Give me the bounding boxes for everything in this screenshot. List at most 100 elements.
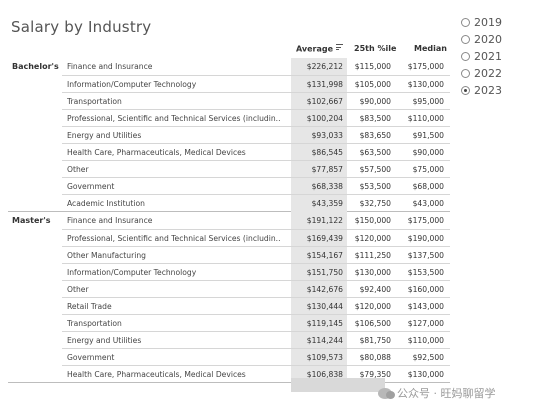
table-row[interactable]: Government $109,573 $80,088 $92,500: [62, 348, 450, 366]
table-row[interactable]: Professional, Scientific and Technical S…: [62, 229, 450, 247]
year-option-2021[interactable]: 2021: [461, 48, 551, 65]
average-cell: $100,204: [291, 110, 347, 127]
year-option-2020[interactable]: 2020: [461, 31, 551, 48]
p25-cell: $120,000: [354, 302, 391, 311]
industry-cell: Professional, Scientific and Technical S…: [67, 234, 281, 243]
median-cell: $130,000: [407, 370, 444, 379]
table-row[interactable]: Other $77,857 $57,500 $75,000: [62, 160, 450, 178]
median-cell: $160,000: [407, 285, 444, 294]
column-header-median-label: Median: [414, 44, 447, 53]
column-header-25th-percentile-label: 25th %ile: [354, 44, 397, 53]
wechat-icon: [378, 387, 395, 399]
column-header-average-label: Average: [296, 44, 334, 54]
median-cell: $110,000: [407, 114, 444, 123]
radio-unselected-icon[interactable]: [461, 18, 470, 27]
median-cell: $91,500: [412, 131, 444, 140]
median-cell: $127,000: [407, 319, 444, 328]
table-row[interactable]: Government $68,338 $53,500 $68,000: [62, 177, 450, 195]
p25-cell: $63,500: [359, 148, 391, 157]
table-row[interactable]: Health Care, Pharmaceuticals, Medical De…: [62, 365, 450, 383]
average-cell: $142,676: [291, 281, 347, 298]
median-cell: $153,500: [407, 268, 444, 277]
industry-cell: Finance and Insurance: [67, 216, 153, 225]
average-cell: $119,145: [291, 315, 347, 332]
year-option-label: 2019: [474, 16, 502, 29]
sort-icon[interactable]: [336, 44, 344, 52]
year-option-2022[interactable]: 2022: [461, 65, 551, 82]
table-row[interactable]: Retail Trade $130,444 $120,000 $143,000: [62, 297, 450, 315]
industry-cell: Professional, Scientific and Technical S…: [67, 114, 281, 123]
median-cell: $143,000: [407, 302, 444, 311]
salary-table: Bachelor's Finance and Insurance $226,212 $…: [0, 58, 450, 383]
industry-cell: Information/Computer Technology: [67, 268, 197, 277]
average-cell: $154,167: [291, 247, 347, 264]
average-cell: $114,244: [291, 332, 347, 349]
p25-cell: $120,000: [354, 234, 391, 243]
industry-cell: Transportation: [67, 319, 122, 328]
average-cell: $86,545: [291, 144, 347, 161]
median-cell: $137,500: [407, 251, 444, 260]
median-cell: $92,500: [412, 353, 444, 362]
p25-cell: $81,750: [359, 336, 391, 345]
industry-cell: Transportation: [67, 97, 122, 106]
table-row[interactable]: Academic Institution $43,359 $32,750 $43,00…: [62, 194, 450, 212]
p25-cell: $57,500: [359, 165, 391, 174]
year-option-2019[interactable]: 2019: [461, 14, 551, 31]
industry-cell: Retail Trade: [67, 302, 112, 311]
average-cell: $226,212: [291, 58, 347, 75]
radio-unselected-icon[interactable]: [461, 52, 470, 61]
average-cell: $77,857: [291, 161, 347, 178]
year-option-label: 2023: [474, 84, 502, 97]
table-row[interactable]: Energy and Utilities $114,244 $81,750 $110,…: [62, 331, 450, 349]
p25-cell: $32,750: [359, 199, 391, 208]
table-row[interactable]: Health Care, Pharmaceuticals, Medical De…: [62, 143, 450, 161]
table-row[interactable]: Professional, Scientific and Technical S…: [62, 109, 450, 127]
median-cell: $110,000: [407, 336, 444, 345]
median-cell: $75,000: [412, 165, 444, 174]
table-row[interactable]: Energy and Utilities $93,033 $83,650 $91,50…: [62, 126, 450, 144]
average-cell: $93,033: [291, 127, 347, 144]
page-title: Salary by Industry: [11, 18, 152, 36]
p25-cell: $90,000: [359, 97, 391, 106]
average-cell: $169,439: [291, 230, 347, 247]
year-radio-group: 2019 2020 2021 2022 2023: [461, 14, 551, 99]
median-cell: $43,000: [412, 199, 444, 208]
median-cell: $68,000: [412, 182, 444, 191]
p25-cell: $83,650: [359, 131, 391, 140]
table-row[interactable]: Transportation $119,145 $106,500 $127,000: [62, 314, 450, 332]
table-row[interactable]: Information/Computer Technology $131,998 $…: [62, 75, 450, 93]
average-cell: $68,338: [291, 178, 347, 195]
table-row[interactable]: Other Manufacturing $154,167 $111,250 $137,…: [62, 246, 450, 264]
radio-unselected-icon[interactable]: [461, 35, 470, 44]
average-cell: $130,444: [291, 298, 347, 315]
table-row[interactable]: Information/Computer Technology $151,750 $…: [62, 263, 450, 281]
year-option-label: 2022: [474, 67, 502, 80]
industry-cell: Other Manufacturing: [67, 251, 146, 260]
radio-unselected-icon[interactable]: [461, 69, 470, 78]
p25-cell: $83,500: [359, 114, 391, 123]
column-header-25th-percentile[interactable]: 25th %ile: [354, 44, 396, 58]
industry-cell: Government: [67, 353, 115, 362]
year-option-2023[interactable]: 2023: [461, 82, 551, 99]
p25-cell: $150,000: [354, 216, 391, 225]
row-group: Master's Finance and Insurance $191,122 $15…: [0, 212, 450, 383]
table-row[interactable]: Finance and Insurance $191,122 $150,000 $17…: [62, 212, 450, 229]
column-header-average[interactable]: Average: [296, 44, 344, 58]
year-option-label: 2021: [474, 50, 502, 63]
horizontal-scrollbar[interactable]: [291, 378, 385, 392]
industry-cell: Government: [67, 182, 115, 191]
row-group: Bachelor's Finance and Insurance $226,212 $…: [0, 58, 450, 212]
table-row[interactable]: Finance and Insurance $226,212 $115,000 $17…: [62, 58, 450, 75]
industry-cell: Academic Institution: [67, 199, 145, 208]
column-header-median[interactable]: Median: [414, 44, 447, 58]
watermark: 公众号 · 旺妈聊留学: [378, 385, 496, 401]
p25-cell: $105,000: [354, 80, 391, 89]
year-option-label: 2020: [474, 33, 502, 46]
table-row[interactable]: Transportation $102,667 $90,000 $95,000: [62, 92, 450, 110]
industry-cell: Other: [67, 285, 89, 294]
radio-selected-icon[interactable]: [461, 86, 470, 95]
group-label: Master's: [12, 216, 51, 225]
p25-cell: $92,400: [359, 285, 391, 294]
average-cell: $109,573: [291, 349, 347, 366]
table-row[interactable]: Other $142,676 $92,400 $160,000: [62, 280, 450, 298]
